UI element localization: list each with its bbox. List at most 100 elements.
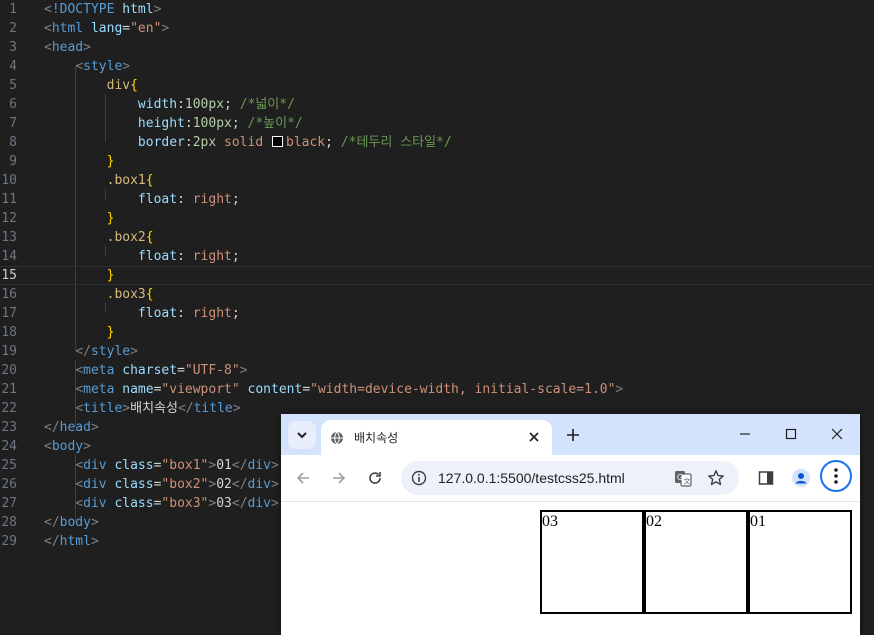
code-token: head: [59, 420, 91, 435]
reload-button[interactable]: [363, 466, 387, 490]
code-token: <: [75, 363, 84, 378]
code-token: right: [192, 306, 232, 321]
info-icon[interactable]: [411, 470, 427, 491]
code-line[interactable]: 1 <!DOCTYPE html>: [0, 0, 874, 19]
star-icon[interactable]: [707, 469, 725, 487]
code-line[interactable]: 13 .box2{: [0, 228, 874, 247]
code-token: "width=device-width, initial-scale=1.0": [310, 382, 616, 397]
code-token: >: [153, 2, 162, 17]
code-text: }: [44, 209, 115, 228]
minimize-button[interactable]: [730, 422, 760, 446]
new-tab-button[interactable]: [562, 424, 584, 446]
code-token: </: [177, 401, 194, 416]
code-line[interactable]: 17 float: right;: [0, 304, 874, 323]
code-token: lang: [90, 21, 123, 36]
code-line[interactable]: 20 <meta charset="UTF-8">: [0, 361, 874, 380]
tab-search-button[interactable]: [288, 421, 316, 449]
code-line[interactable]: 18 }: [0, 323, 874, 342]
code-token: class: [114, 458, 154, 473]
line-number: 23: [1, 420, 17, 435]
code-text: <title>배치속성</title>: [44, 399, 240, 418]
code-token: >: [122, 401, 131, 416]
url-text[interactable]: 127.0.0.1:5500/testcss25.html: [438, 470, 625, 486]
code-token: ;: [231, 306, 240, 321]
translate-icon[interactable]: G文: [674, 469, 692, 487]
code-text: <meta charset="UTF-8">: [44, 361, 247, 380]
code-token: body: [51, 439, 84, 454]
code-line[interactable]: 14 float: right;: [0, 247, 874, 266]
code-token: <: [44, 40, 52, 55]
box3: 03: [540, 510, 644, 614]
code-line[interactable]: 21 <meta name="viewport" content="width=…: [0, 380, 874, 399]
code-line[interactable]: 6 width:100px; /*넓이*/: [0, 95, 874, 114]
code-line[interactable]: 3 <head>: [0, 38, 874, 57]
color-swatch[interactable]: [272, 136, 283, 147]
line-number: 15: [1, 268, 17, 283]
code-token: ;: [224, 97, 240, 112]
profile-button[interactable]: [789, 466, 813, 490]
browser-tab[interactable]: 배치속성: [321, 420, 552, 455]
code-text: <div class="box2">02</div>: [44, 475, 279, 494]
code-token: .box3: [106, 287, 146, 302]
code-text: height:100px; /*높이*/: [44, 114, 303, 133]
code-line[interactable]: 9 }: [0, 152, 874, 171]
more-vertical-icon: [834, 468, 838, 484]
box1: 01: [748, 510, 852, 614]
line-number: 18: [1, 325, 17, 340]
line-number: 9: [9, 154, 17, 169]
browser-window[interactable]: 배치속성 127.0.0.1:5500/testcss25.html G 文 0…: [281, 414, 860, 635]
code-token: div: [83, 458, 107, 473]
code-text: float: right;: [44, 304, 240, 323]
code-line[interactable]: 7 height:100px; /*높이*/: [0, 114, 874, 133]
code-line[interactable]: 10 .box1{: [0, 171, 874, 190]
code-token: 100px: [192, 116, 232, 131]
code-token: <: [75, 458, 84, 473]
code-line[interactable]: 4 <style>: [0, 57, 874, 76]
tab-title: 배치속성: [354, 431, 399, 445]
code-line[interactable]: 5 div{: [0, 76, 874, 95]
code-token: div: [83, 477, 107, 492]
code-token: name: [122, 382, 154, 397]
side-panel-button[interactable]: [754, 466, 778, 490]
code-token: "box3": [161, 496, 209, 511]
close-icon: [831, 428, 843, 440]
code-line[interactable]: 8 border:2px solid black; /*테두리 스타일*/: [0, 133, 874, 152]
line-number: 16: [1, 287, 17, 302]
profile-icon: [792, 469, 810, 487]
code-token: :: [184, 116, 193, 131]
code-line[interactable]: 2 <html lang="en">: [0, 19, 874, 38]
code-token: }: [106, 325, 115, 340]
box2: 02: [644, 510, 748, 614]
plus-icon: [567, 429, 579, 441]
code-line[interactable]: 16 .box3{: [0, 285, 874, 304]
code-token: 03: [216, 496, 232, 511]
code-text: </style>: [44, 342, 138, 361]
code-line[interactable]: 19 </style>: [0, 342, 874, 361]
code-text: <meta name="viewport" content="width=dev…: [44, 380, 623, 399]
maximize-button[interactable]: [776, 422, 806, 446]
tab-close-button[interactable]: [526, 429, 542, 445]
address-bar[interactable]: 127.0.0.1:5500/testcss25.html G文: [401, 461, 739, 495]
code-line[interactable]: 11 float: right;: [0, 190, 874, 209]
line-number: 27: [1, 496, 17, 511]
back-button[interactable]: [291, 466, 315, 490]
code-token: =: [302, 382, 311, 397]
window-close-button[interactable]: [822, 422, 852, 446]
menu-button[interactable]: [820, 460, 852, 492]
code-token: {: [145, 173, 154, 188]
line-number: 13: [1, 230, 17, 245]
code-token: height: [137, 116, 185, 131]
page-viewport: 03 02 01: [281, 502, 860, 635]
globe-icon: [330, 431, 344, 450]
code-token: body: [59, 515, 91, 530]
forward-button[interactable]: [327, 466, 351, 490]
code-text: <!DOCTYPE html>: [44, 0, 161, 19]
code-line[interactable]: 15 }: [0, 266, 874, 285]
code-line[interactable]: 12 }: [0, 209, 874, 228]
